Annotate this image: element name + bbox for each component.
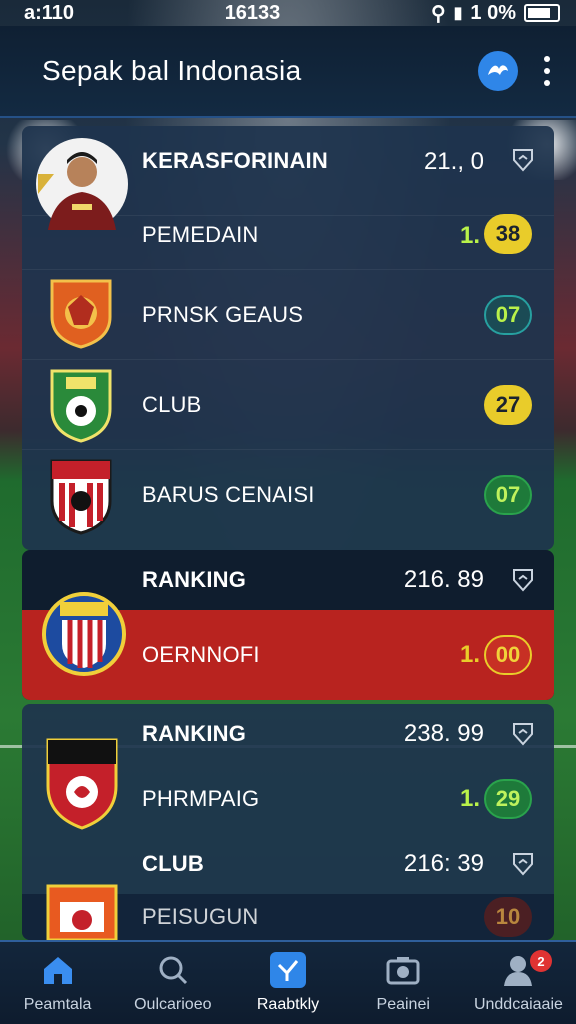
status-bar: a:110 16133 ⚲ ▮ 1 0%	[0, 0, 576, 26]
row-value: 238. 99	[403, 720, 484, 747]
row-title: PRNSK GEAUS	[142, 301, 304, 327]
club-crest-icon	[48, 367, 120, 443]
more-vertical-icon[interactable]	[542, 56, 552, 86]
ranking-card-highlight: RANKING 216. 89 OERNNOFI 1. 00	[22, 550, 554, 700]
status-center: 16133	[224, 1, 281, 24]
row-prefix: 1.	[459, 222, 480, 249]
shield-icon[interactable]	[512, 148, 534, 172]
nav-label: Unddcaiaaie	[473, 996, 563, 1013]
home-icon	[40, 952, 76, 988]
list-item[interactable]: BARUS CENAISI 07	[22, 450, 554, 540]
row-value: 216. 89	[403, 566, 484, 593]
row-title: CLUB	[142, 851, 204, 876]
row-title: PEISUGUN	[142, 904, 259, 929]
row-prefix: 1.	[459, 641, 480, 668]
shield-icon[interactable]	[512, 852, 534, 876]
activity-icon	[270, 952, 306, 988]
shield-icon[interactable]	[512, 568, 534, 592]
club-crest-icon	[48, 457, 120, 535]
nav-item-camera[interactable]: Peainei	[346, 942, 461, 1024]
club-crest-icon	[42, 734, 122, 834]
score-badge: 07	[484, 294, 532, 335]
battery-percent: 1 0%	[470, 1, 516, 24]
row-title: CLUB	[142, 391, 202, 417]
list-item[interactable]: PRNSK GEAUS 07	[22, 270, 554, 360]
row-title: RANKING	[142, 721, 247, 746]
match-card-1: KERASFORINAIN 21., 0 PEMEDAIN 1. 38 PRNS…	[22, 126, 554, 550]
score-badge: 27	[484, 384, 532, 425]
score-badge: 29	[484, 779, 532, 819]
row-prefix: 1.	[459, 785, 480, 812]
row-title: BARUS CENAISI	[142, 482, 315, 507]
score-badge: 07	[484, 475, 532, 515]
nav-label: Peainei	[376, 996, 430, 1013]
row-title: PEMEDAIN	[142, 222, 259, 247]
app-logo-icon[interactable]	[478, 51, 518, 91]
notification-badge: 2	[530, 950, 553, 972]
row-title: RANKING	[142, 567, 247, 592]
row-title: PHRMPAIG	[142, 786, 260, 811]
page-title: Sepak bal Indonasia	[42, 55, 302, 86]
signal-icon: ▮	[453, 5, 463, 22]
score-badge: 38	[484, 214, 532, 254]
list-item[interactable]: PEMEDAIN 1. 38	[22, 214, 554, 270]
row-title: KERASFORINAIN	[142, 148, 328, 173]
wifi-icon: ⚲	[430, 2, 446, 25]
row-value: 21., 0	[423, 148, 484, 175]
row-title: OERNNOFI	[142, 642, 260, 667]
nav-item-home[interactable]: Peamtala	[0, 942, 115, 1024]
shield-icon[interactable]	[512, 722, 534, 746]
app-header: Sepak bal Indonasia	[0, 26, 576, 118]
battery-icon	[524, 4, 560, 22]
camera-icon	[385, 952, 421, 988]
status-time: a:110	[24, 1, 75, 24]
bottom-navigation: Peamtala Oulcarioeo Raabtkly Peainei 2 U…	[0, 940, 576, 1024]
nav-item-profile[interactable]: 2 Unddcaiaaie	[461, 942, 576, 1024]
search-icon	[155, 952, 191, 988]
nav-label: Raabtkly	[256, 996, 320, 1013]
list-item[interactable]: KERASFORINAIN 21., 0	[22, 126, 554, 230]
score-badge: 00	[484, 635, 532, 675]
nav-label: Peamtala	[23, 996, 92, 1013]
nav-label: Oulcarioeo	[134, 996, 212, 1013]
row-value: 216: 39	[403, 850, 484, 877]
club-crest-icon	[48, 277, 120, 353]
club-crest-icon	[42, 584, 126, 682]
ranking-card-2: RANKING 238. 99 PHRMPAIG 1. 29 CLUB 216:…	[22, 704, 554, 940]
list-item[interactable]: CLUB 27	[22, 360, 554, 450]
score-badge: 10	[484, 897, 532, 937]
nav-item-activity[interactable]: Raabtkly	[230, 942, 345, 1024]
club-crest-icon	[42, 880, 122, 940]
nav-item-search[interactable]: Oulcarioeo	[115, 942, 230, 1024]
